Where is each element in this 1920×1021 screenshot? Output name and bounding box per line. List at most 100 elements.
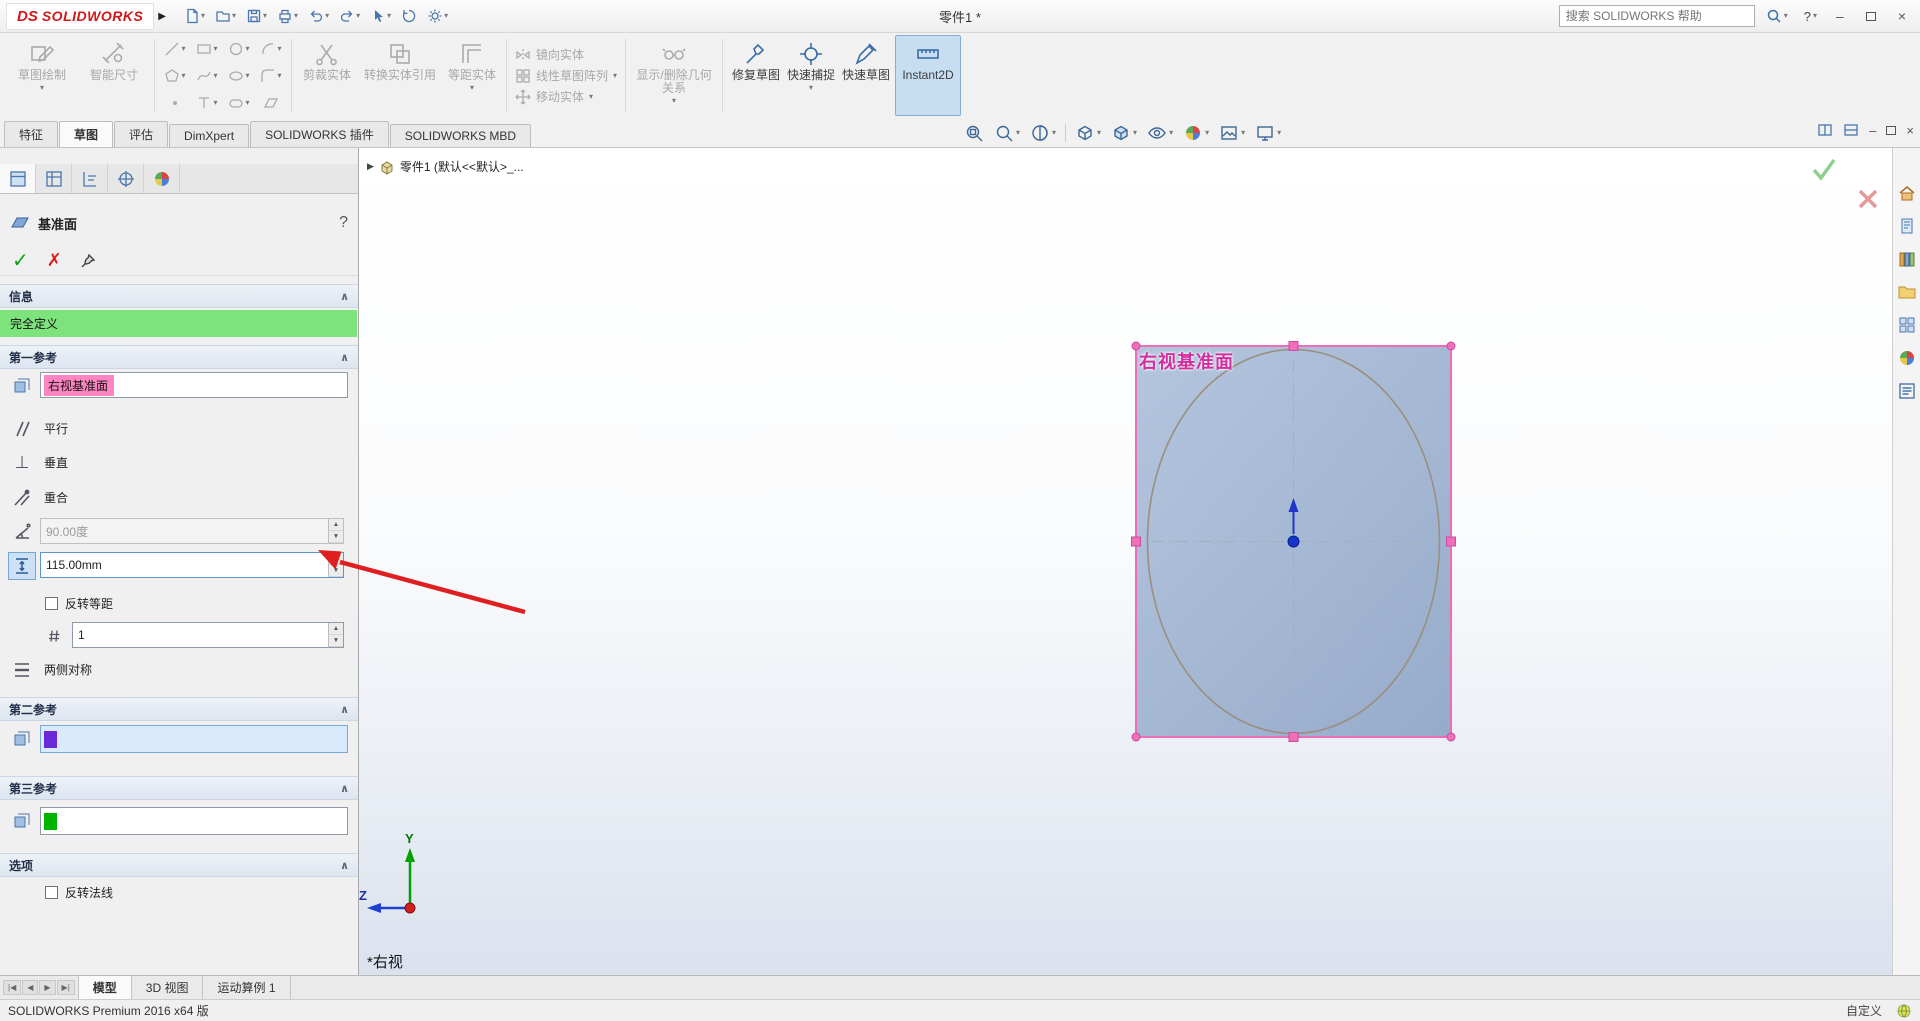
confirm-cancel-button[interactable]	[1855, 186, 1881, 212]
sketch-point-button[interactable]	[159, 89, 191, 116]
confirm-ok-button[interactable]	[1810, 155, 1838, 183]
move-entities-button[interactable]: 移动实体 ▾	[515, 88, 617, 105]
linear-sketch-pattern-button[interactable]: 线性草图阵列 ▾	[515, 67, 617, 84]
close-button[interactable]: ×	[1890, 8, 1914, 24]
display-style-button[interactable]: ▾	[1108, 121, 1140, 145]
appearances-button[interactable]	[1896, 347, 1918, 369]
tab-motion-study[interactable]: 运动算例 1	[203, 976, 291, 999]
tab-features[interactable]: 特征	[4, 121, 59, 147]
connection-globe-icon[interactable]	[1896, 1003, 1912, 1019]
mid-plane-button[interactable]	[8, 656, 36, 684]
pane-layout-icon[interactable]	[1843, 122, 1859, 138]
tab-sketch[interactable]: 草图	[59, 121, 114, 147]
doc-minimize-button[interactable]: –	[1869, 123, 1876, 138]
rebuild-button[interactable]	[397, 5, 421, 27]
doc-restore-button[interactable]	[1886, 125, 1897, 135]
feature-tree-flyout[interactable]: ▶ 零件1 (默认<<默认>_...	[367, 158, 524, 175]
section-view-button[interactable]: ▾	[1027, 121, 1059, 145]
view-palette-button[interactable]	[1896, 314, 1918, 336]
tab-evaluate[interactable]: 评估	[114, 121, 169, 147]
new-document-button[interactable]: ▾	[180, 5, 209, 27]
flip-offset-checkbox[interactable]	[45, 597, 58, 610]
doc-close-button[interactable]: ×	[1906, 123, 1914, 138]
flip-normal-checkbox-row[interactable]: 反转法线	[45, 884, 113, 901]
pin-icon[interactable]	[80, 253, 96, 269]
sketch-rectangle-button[interactable]: ▾	[191, 35, 223, 62]
sketch-line-button[interactable]: ▾	[159, 35, 191, 62]
options-button[interactable]: ▾	[423, 5, 452, 27]
select-tool-button[interactable]: ▾	[366, 5, 395, 27]
custom-properties-button[interactable]	[1896, 380, 1918, 402]
first-reference-selection-field[interactable]: 右视基准面	[40, 372, 348, 398]
distance-spinner[interactable]: ▲ ▼	[328, 553, 343, 577]
sketch-polygon-button[interactable]: ▾	[159, 62, 191, 89]
section-header-third-reference[interactable]: 第三参考 ∧	[0, 776, 358, 800]
section-header-second-reference[interactable]: 第二参考 ∧	[0, 697, 358, 721]
sketch-arc-button[interactable]: ▾	[255, 35, 287, 62]
trim-entities-button[interactable]: 剪裁实体	[296, 35, 358, 116]
property-manager-tab[interactable]	[0, 164, 36, 193]
view-settings-button[interactable]: ▾	[1252, 121, 1284, 145]
sketch-text-button[interactable]: ▾	[191, 89, 223, 116]
display-delete-relations-button[interactable]: 显示/删除几何关系 ▾	[630, 35, 718, 116]
home-button[interactable]	[1896, 182, 1918, 204]
configuration-manager-tab[interactable]	[36, 164, 72, 193]
maximize-button[interactable]	[1858, 8, 1884, 24]
smart-dimension-button[interactable]: 智能尺寸	[78, 35, 150, 116]
scroll-left-icon[interactable]: ◀	[22, 980, 39, 995]
scroll-first-icon[interactable]: |◀	[3, 980, 22, 995]
tab-addins[interactable]: SOLIDWORKS 插件	[250, 121, 389, 147]
view-orientation-button[interactable]: ▾	[1072, 121, 1104, 145]
selected-reference-item[interactable]: 右视基准面	[44, 374, 115, 396]
flip-normal-checkbox[interactable]	[45, 886, 58, 899]
repair-sketch-button[interactable]: 修复草图	[727, 35, 785, 116]
second-reference-selector-button[interactable]	[8, 725, 36, 753]
graphics-viewport[interactable]: Y Z ▶ 零件1 (默认<<默认>_... 右视基准面 *右视	[359, 148, 1892, 975]
angle-input[interactable]	[41, 519, 328, 543]
open-button[interactable]: ▾	[211, 5, 240, 27]
split-pane-icon[interactable]	[1817, 122, 1833, 138]
instant2d-button[interactable]: Instant2D	[895, 35, 962, 116]
instances-input[interactable]	[73, 623, 328, 647]
sketch-fillet-button[interactable]: ▾	[255, 62, 287, 89]
units-selector[interactable]: 自定义	[1846, 1002, 1882, 1019]
design-library-button[interactable]	[1896, 248, 1918, 270]
edit-appearance-button[interactable]: ▾	[1180, 121, 1212, 145]
zoom-area-button[interactable]: ▾	[991, 121, 1023, 145]
ok-button[interactable]: ✓	[12, 248, 29, 273]
sketch-plane-button[interactable]	[255, 89, 287, 116]
angle-spinner[interactable]: ▲ ▼	[328, 519, 343, 543]
undo-button[interactable]: ▾	[304, 5, 333, 27]
offset-distance-button[interactable]	[8, 552, 36, 580]
offset-entities-button[interactable]: 等距实体 ▾	[442, 35, 502, 116]
convert-entities-button[interactable]: 转换实体引用	[358, 35, 442, 116]
search-button[interactable]: ▾	[1761, 6, 1793, 26]
third-reference-selector-button[interactable]	[8, 807, 36, 835]
apply-scene-button[interactable]: ▾	[1216, 121, 1248, 145]
section-header-options[interactable]: 选项 ∧	[0, 853, 358, 877]
zoom-fit-button[interactable]	[961, 121, 987, 145]
tab-mbd[interactable]: SOLIDWORKS MBD	[389, 124, 532, 147]
instances-spinner[interactable]: ▲ ▼	[328, 623, 343, 647]
hide-show-items-button[interactable]: ▾	[1144, 121, 1176, 145]
perpendicular-constraint-button[interactable]: ⊥	[8, 449, 36, 477]
mirror-entities-button[interactable]: 镜向实体	[515, 46, 617, 63]
cancel-button[interactable]: ✗	[47, 250, 62, 271]
section-header-message[interactable]: 信息 ∧	[0, 284, 358, 308]
offset-distance-input[interactable]	[41, 553, 328, 577]
sketch-slot-button[interactable]: ▾	[223, 89, 255, 116]
display-manager-tab[interactable]	[108, 164, 144, 193]
rapid-sketch-button[interactable]: 快速草图	[837, 35, 895, 116]
scroll-last-icon[interactable]: ▶|	[56, 980, 75, 995]
tab-3d-views[interactable]: 3D 视图	[132, 976, 204, 999]
first-reference-selector-button[interactable]	[8, 372, 36, 400]
save-button[interactable]: ▾	[242, 5, 271, 27]
angle-button[interactable]	[8, 518, 36, 546]
tab-dimxpert[interactable]: DimXpert	[169, 124, 250, 147]
scroll-right-icon[interactable]: ▶	[39, 980, 56, 995]
print-button[interactable]: ▾	[273, 5, 302, 27]
pm-help-button[interactable]: ?	[339, 214, 348, 232]
quick-snaps-button[interactable]: 快速捕捉 ▾	[785, 35, 837, 116]
sketch-button[interactable]: 草图绘制 ▾	[6, 35, 78, 116]
sketch-ellipse-button[interactable]: ▾	[223, 62, 255, 89]
